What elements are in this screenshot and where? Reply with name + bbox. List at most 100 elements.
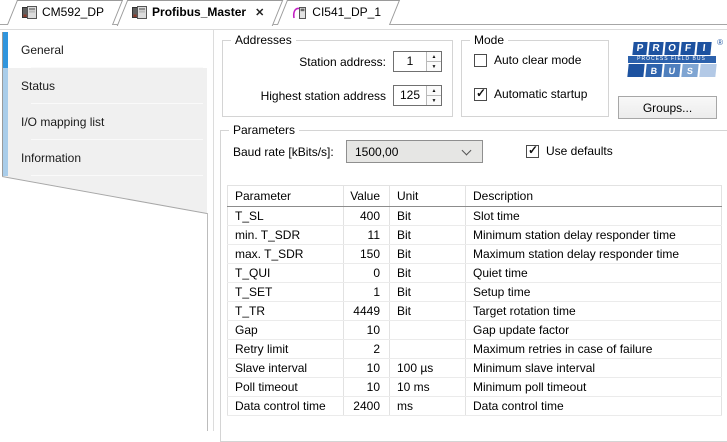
tab-label: CM592_DP [42, 5, 105, 19]
registered-trademark: ® [717, 38, 723, 47]
profibus-logo-top-row: PROFI [621, 42, 722, 55]
param-unit-cell: Bit [389, 225, 466, 245]
param-description-cell: Gap update factor [465, 320, 722, 340]
param-description-cell: Data control time [465, 396, 722, 416]
param-unit-cell: 100 µs [389, 358, 466, 378]
accent-strip [3, 32, 8, 68]
table-header-row: Parameter Value Unit Description [227, 185, 722, 207]
close-tab-icon[interactable]: ✕ [255, 6, 264, 19]
param-value-cell[interactable]: 10 [343, 320, 390, 340]
param-name-cell: T_SET [227, 282, 344, 302]
sidebar-item-general[interactable]: General [3, 32, 207, 68]
column-header-parameter[interactable]: Parameter [227, 185, 344, 207]
station-address-value[interactable]: 1 [394, 52, 426, 71]
param-description-cell: Minimum slave interval [465, 358, 722, 378]
sidebar-item-label: I/O mapping list [21, 115, 105, 129]
table-row[interactable]: Gap 10 Gap update factor [227, 320, 722, 340]
param-value-cell[interactable]: 0 [343, 263, 390, 283]
table-row[interactable]: T_TR 4449 Bit Target rotation time [227, 301, 722, 321]
spin-up-icon[interactable]: ▲ [427, 52, 441, 62]
table-row[interactable]: T_SL 400 Bit Slot time [227, 206, 722, 226]
logo-letter-tile: F [679, 42, 696, 55]
table-row[interactable]: Poll timeout 10 10 ms Minimum poll timeout [227, 377, 722, 397]
param-unit-cell [389, 339, 466, 359]
auto-clear-mode-checkbox[interactable]: Auto clear mode [474, 53, 581, 67]
param-unit-cell [389, 320, 466, 340]
param-name-cell: T_QUI [227, 263, 344, 283]
sidebar-tail [2, 176, 208, 214]
param-unit-cell: ms [389, 396, 466, 416]
chevron-down-icon [461, 145, 472, 155]
param-name-cell: Retry limit [227, 339, 344, 359]
use-defaults-checkbox[interactable]: Use defaults [526, 143, 613, 158]
sidebar: General Status I/O mapping list Information [2, 32, 207, 176]
param-description-cell: Maximum station delay responder time [465, 244, 722, 264]
param-name-cell: max. T_SDR [227, 244, 344, 264]
addresses-group: Addresses Station address: 1 ▲ ▼ Highest… [222, 33, 453, 117]
logo-letter-tile: I [695, 42, 712, 55]
tab-ci541_dp_1[interactable]: CI541_DP_1 [280, 0, 397, 24]
checkbox-box [474, 53, 487, 67]
param-value-cell[interactable]: 11 [343, 225, 390, 245]
sidebar-item-label: General [21, 43, 64, 57]
column-header-value[interactable]: Value [343, 185, 390, 207]
param-value-cell[interactable]: 10 [343, 358, 390, 378]
param-description-cell: Setup time [465, 282, 722, 302]
param-name-cell: min. T_SDR [227, 225, 344, 245]
sidebar-item-information[interactable]: Information [3, 140, 207, 176]
station-address-spinner[interactable]: 1 ▲ ▼ [393, 51, 442, 72]
automatic-startup-label: Automatic startup [494, 87, 588, 101]
tab-profibus_master[interactable]: Profibus_Master ✕ [120, 0, 280, 24]
sidebar-item-status[interactable]: Status [3, 68, 207, 104]
accent-strip [3, 68, 8, 104]
param-description-cell: Slot time [465, 206, 722, 226]
param-value-cell[interactable]: 1 [343, 282, 390, 302]
param-value-cell[interactable]: 2400 [343, 396, 390, 416]
baud-rate-value: 1500,00 [355, 144, 399, 159]
highest-station-address-spinner[interactable]: 125 ▲ ▼ [393, 85, 442, 106]
groups-button[interactable]: Groups... [618, 96, 717, 119]
addresses-group-title: Addresses [231, 33, 296, 47]
accent-strip [3, 104, 8, 140]
param-value-cell[interactable]: 4449 [343, 301, 390, 321]
table-row[interactable]: max. T_SDR 150 Bit Maximum station delay re… [227, 244, 722, 264]
highest-station-address-value[interactable]: 125 [394, 86, 426, 105]
parameters-table-body: T_SL 400 Bit Slot time min. T_SDR 11 Bit Minimu… [227, 206, 722, 416]
use-defaults-label: Use defaults [546, 144, 613, 158]
column-header-description[interactable]: Description [465, 185, 722, 207]
auto-clear-mode-label: Auto clear mode [494, 53, 582, 67]
logo-letter-tile: R [647, 42, 664, 55]
spin-down-icon[interactable]: ▼ [427, 96, 441, 105]
profibus-logo-bottom-row: BUS [621, 64, 722, 77]
param-value-cell[interactable]: 10 [343, 377, 390, 397]
param-value-cell[interactable]: 2 [343, 339, 390, 359]
checkbox-box [474, 86, 487, 101]
param-value-cell[interactable]: 150 [343, 244, 390, 264]
content-top-separator [0, 29, 727, 30]
highest-station-address-row: Highest station address 125 ▲ ▼ [231, 85, 442, 106]
param-value-cell[interactable]: 400 [343, 206, 390, 226]
spin-down-icon[interactable]: ▼ [427, 62, 441, 71]
table-row[interactable]: Retry limit 2 Maximum retries in case of f… [227, 339, 722, 359]
automatic-startup-checkbox[interactable]: Automatic startup [474, 86, 588, 101]
device-module-icon [132, 5, 148, 19]
station-address-label: Station address: [299, 54, 386, 69]
param-name-cell: Data control time [227, 396, 344, 416]
profibus-logo: ® PROFI PROCESS FIELD BUS BUS [621, 38, 723, 92]
device-cable-icon [293, 6, 307, 19]
table-row[interactable]: T_SET 1 Bit Setup time [227, 282, 722, 302]
table-row[interactable]: min. T_SDR 11 Bit Minimum station delay res… [227, 225, 722, 245]
mode-group-title: Mode [470, 33, 509, 47]
tab-cm592_dp[interactable]: CM592_DP [10, 0, 120, 24]
spin-up-icon[interactable]: ▲ [427, 86, 441, 96]
accent-strip [3, 140, 8, 176]
table-row[interactable]: Data control time 2400 ms Data control time [227, 396, 722, 416]
highest-station-address-label: Highest station address [260, 88, 386, 103]
table-row[interactable]: Slave interval 10 100 µs Minimum slave inte… [227, 358, 722, 378]
logo-letter-tile: U [662, 64, 681, 77]
baud-rate-select[interactable]: 1500,00 [346, 140, 483, 163]
column-header-unit[interactable]: Unit [389, 185, 466, 207]
param-description-cell: Minimum poll timeout [465, 377, 722, 397]
sidebar-item-i-o-mapping-list[interactable]: I/O mapping list [3, 104, 207, 140]
table-row[interactable]: T_QUI 0 Bit Quiet time [227, 263, 722, 283]
